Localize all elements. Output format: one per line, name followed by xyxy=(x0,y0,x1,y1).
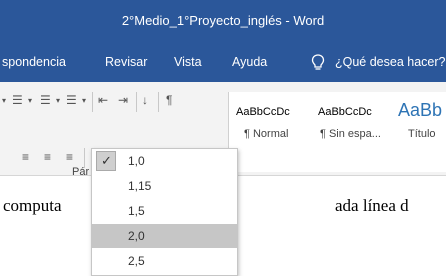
separator xyxy=(136,92,137,112)
check-mark-box: ✓ xyxy=(96,151,116,171)
tab-correspondencia[interactable]: spondencia xyxy=(2,55,66,69)
separator xyxy=(92,92,93,112)
menu-item-1-5[interactable]: 1,5 xyxy=(92,199,237,223)
tab-ayuda[interactable]: Ayuda xyxy=(232,55,267,69)
title-bar: 2°Medio_1°Proyecto_inglés - Word xyxy=(0,0,446,42)
decrease-indent-icon[interactable]: ⇤ xyxy=(98,93,108,107)
line-spacing-menu: ✓ 1,0 1,15 1,5 2,0 2,5 xyxy=(91,148,238,276)
sort-icon[interactable]: ↓ xyxy=(142,93,148,107)
multilevel-list-icon[interactable]: ☰ xyxy=(66,93,77,107)
window-title: 2°Medio_1°Proyecto_inglés - Word xyxy=(121,13,325,28)
menu-item-1-15[interactable]: 1,15 xyxy=(92,174,237,198)
menu-item-label: 1,0 xyxy=(128,154,145,168)
lightbulb-icon[interactable] xyxy=(311,54,325,72)
ribbon-tabs: spondencia Revisar Vista Ayuda ¿Qué dese… xyxy=(0,42,446,82)
style-name-titulo: Título xyxy=(408,128,436,140)
document-text-left: computa xyxy=(3,196,62,215)
tab-vista[interactable]: Vista xyxy=(174,55,202,69)
style-name-sin-espaciado: ¶ Sin espa... xyxy=(320,128,381,140)
menu-item-label: 1,15 xyxy=(128,179,152,193)
menu-item-label: 1,5 xyxy=(128,204,145,218)
menu-item-label: 2,5 xyxy=(128,254,145,268)
menu-item-1-0[interactable]: ✓ 1,0 xyxy=(92,149,237,173)
separator xyxy=(84,148,85,168)
increase-indent-icon[interactable]: ⇥ xyxy=(118,93,128,107)
menu-item-2-5[interactable]: 2,5 xyxy=(92,249,237,273)
align-center-icon[interactable]: ≡ xyxy=(22,150,29,164)
separator xyxy=(158,92,159,112)
justify-icon[interactable]: ≡ xyxy=(66,150,73,164)
menu-item-2-0[interactable]: 2,0 xyxy=(92,224,237,248)
style-sample-sin-espaciado[interactable]: AaBbCcDc xyxy=(318,106,372,118)
bullets-icon[interactable]: ☰ xyxy=(12,93,23,107)
document-text-right: ada línea d xyxy=(335,196,409,215)
tell-me-search[interactable]: ¿Qué desea hacer? xyxy=(335,55,446,69)
paragraph-group-label: Pár xyxy=(72,166,90,178)
chevron-down-icon[interactable]: ▾ xyxy=(28,96,32,105)
chevron-down-icon[interactable]: ▾ xyxy=(2,96,6,105)
chevron-down-icon[interactable]: ▾ xyxy=(56,96,60,105)
pilcrow-icon[interactable]: ¶ xyxy=(166,93,172,107)
tab-revisar[interactable]: Revisar xyxy=(105,55,147,69)
check-icon: ✓ xyxy=(101,153,112,168)
style-sample-titulo[interactable]: AaBb xyxy=(398,100,442,121)
align-right-icon[interactable]: ≡ xyxy=(44,150,51,164)
chevron-down-icon[interactable]: ▾ xyxy=(82,96,86,105)
style-name-normal: ¶ Normal xyxy=(244,128,289,140)
numbering-icon[interactable]: ☰ xyxy=(40,93,51,107)
menu-item-label: 2,0 xyxy=(128,229,145,243)
style-sample-normal[interactable]: AaBbCcDc xyxy=(236,106,290,118)
